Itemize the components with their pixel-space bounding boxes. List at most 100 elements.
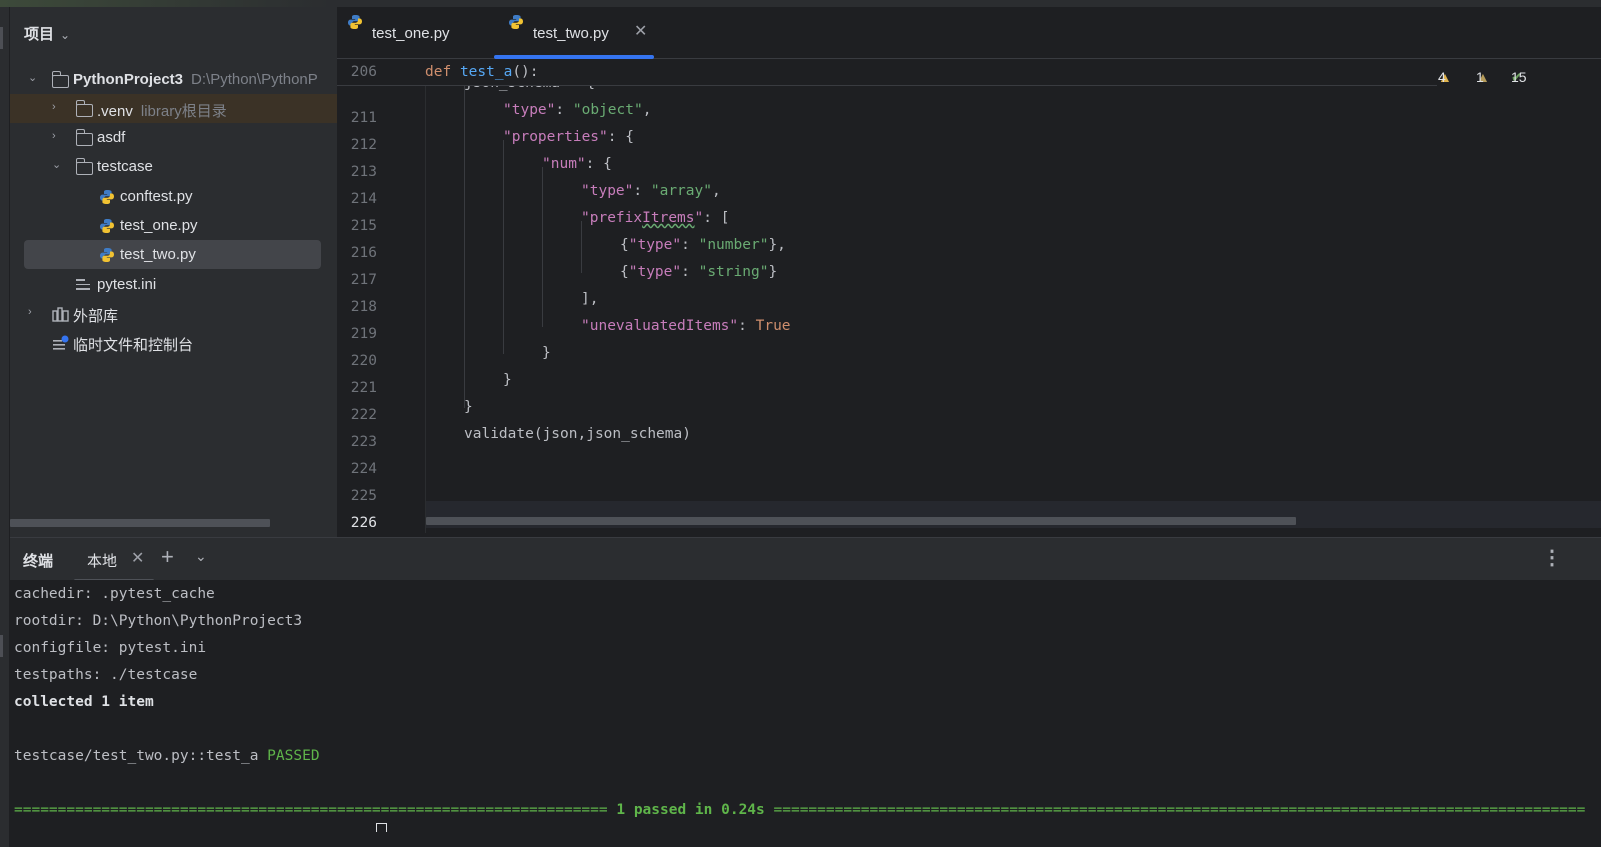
chevron-down-icon[interactable]: ⌄ — [195, 548, 207, 565]
close-icon[interactable]: ✕ — [634, 21, 647, 41]
line-number: 215 — [350, 218, 377, 234]
line-number: 219 — [350, 326, 377, 342]
tab-label: test_two.py — [533, 25, 609, 42]
tree-item-test-one[interactable]: test_one.py — [10, 211, 337, 240]
python-file-icon — [100, 190, 114, 204]
python-file-icon — [100, 248, 114, 262]
close-icon[interactable]: ✕ — [131, 548, 144, 568]
root-project-name: PythonProject3 — [73, 71, 184, 88]
chevron-down-icon[interactable]: ⌄ — [52, 160, 62, 171]
tree-item-conftest[interactable]: conftest.py — [10, 182, 337, 211]
line-number: 224 — [350, 461, 377, 477]
tree-item-label: test_one.py — [120, 217, 198, 234]
text-file-icon — [76, 279, 90, 291]
tree-item-label: conftest.py — [120, 188, 193, 205]
line-number: 213 — [350, 164, 377, 180]
terminal-title: 终端 — [23, 553, 54, 570]
code-editor[interactable]: json_schema = { "type": "object", "prope… — [426, 59, 1601, 533]
code-line-223: validate(json,json_schema) — [464, 426, 691, 442]
tree-item-test-two[interactable]: test_two.py — [24, 240, 321, 269]
tree-item-label: .venv — [97, 103, 133, 120]
terminal-tab-local[interactable]: 本地 — [87, 550, 117, 571]
line-number: 225 — [350, 488, 377, 504]
tree-item-pytest-ini[interactable]: pytest.ini — [10, 270, 337, 299]
root-project-path: D:\Python\PythonP — [191, 71, 318, 88]
indent-guide — [464, 86, 465, 408]
project-panel-title: 项目 — [24, 26, 55, 43]
tree-item-label: testcase — [97, 158, 153, 175]
tree-item-label: pytest.ini — [97, 276, 157, 293]
folder-icon — [75, 158, 93, 175]
library-icon — [52, 307, 69, 322]
code-line-221: } — [503, 372, 512, 388]
code-line-213: "num": { — [542, 156, 612, 172]
function-name: test_a — [459, 64, 513, 80]
tree-item-label: asdf — [97, 129, 126, 146]
code-line-220: } — [542, 345, 551, 361]
code-line-222: } — [464, 399, 473, 415]
project-panel-header[interactable]: 项目 ⌄ — [24, 23, 70, 44]
library-root-note: library根目录 — [140, 103, 227, 120]
tree-item-root[interactable]: ⌄ PythonProject3 D:\Python\PythonP — [10, 65, 337, 94]
passed-status: PASSED — [267, 748, 320, 764]
chevron-right-icon[interactable]: › — [52, 102, 62, 113]
code-line-214: "type": "array", — [581, 183, 721, 199]
terminal-line: collected 1 item — [14, 694, 154, 710]
chevron-down-icon[interactable]: ⌄ — [60, 28, 70, 42]
line-number: 217 — [350, 272, 377, 288]
chevron-right-icon[interactable]: › — [28, 307, 38, 318]
tree-item-testcase[interactable]: ⌄ testcase — [10, 152, 337, 181]
new-terminal-plus-icon[interactable]: + — [161, 544, 174, 570]
tab-label: test_one.py — [372, 25, 450, 42]
tree-item-external-libraries[interactable]: › 外部库 — [10, 299, 337, 328]
chevron-right-icon[interactable]: › — [52, 131, 62, 142]
editor-tabs: test_one.py test_two.py ✕ — [337, 7, 1601, 59]
tree-item-label: 外部库 — [73, 308, 119, 325]
line-number: 214 — [350, 191, 377, 207]
terminal-toolbar: 终端 本地 ✕ + ⌄ ⋮ — [10, 537, 1601, 582]
code-text: (): — [512, 64, 539, 80]
indent-guide — [503, 140, 504, 354]
chevron-down-icon[interactable]: ⌄ — [28, 73, 38, 84]
indent-guide — [542, 167, 543, 327]
project-tool-marker[interactable] — [0, 27, 3, 49]
tree-item-scratches[interactable]: 临时文件和控制台 — [10, 328, 337, 357]
folder-icon — [75, 129, 93, 146]
top-strip-gradient — [0, 0, 330, 7]
keyword-def: def — [425, 64, 452, 80]
tree-item-label: test_two.py — [120, 246, 196, 263]
project-panel: 项目 ⌄ ⌄ PythonProject3 D:\Python\PythonP › … — [10, 7, 337, 537]
scratches-icon — [53, 335, 69, 350]
terminal-line: cachedir: .pytest_cache — [14, 586, 215, 602]
sticky-function-header[interactable]: 206 def test_a(): — [337, 59, 1437, 86]
editor-horizontal-scrollbar[interactable] — [426, 517, 1296, 525]
tab-test-one[interactable]: test_one.py — [347, 7, 487, 58]
terminal-line: configfile: pytest.ini — [14, 640, 207, 656]
line-number: 226 — [350, 515, 377, 531]
tree-item-venv[interactable]: › .venv library根目录 — [10, 94, 337, 123]
project-horizontal-scrollbar[interactable] — [10, 517, 337, 527]
editor-gutter: 211 212 213 214 215 216 217 218 219 220 … — [337, 59, 426, 533]
scrollbar-thumb[interactable] — [10, 519, 270, 527]
line-number: 222 — [350, 407, 377, 423]
tab-test-two[interactable]: test_two.py ✕ — [494, 7, 658, 59]
terminal-line: testpaths: ./testcase — [14, 667, 198, 683]
terminal-output[interactable]: cachedir: .pytest_cache rootdir: D:\Pyth… — [10, 580, 1601, 847]
terminal-line: rootdir: D:\Python\PythonProject3 — [14, 613, 303, 629]
python-file-icon — [509, 15, 523, 29]
tree-item-label: 临时文件和控制台 — [73, 337, 194, 354]
code-line-211: "type": "object", — [503, 102, 652, 118]
folder-icon — [51, 71, 69, 88]
line-number: 212 — [350, 137, 377, 153]
line-number: 211 — [350, 110, 377, 126]
more-options-icon[interactable]: ⋮ — [1542, 545, 1562, 570]
line-number: 218 — [350, 299, 377, 315]
tree-item-asdf[interactable]: › asdf — [10, 123, 337, 152]
inspection-widget[interactable]: ▲ 4 ▲ 1 ✔ 15 — [1426, 61, 1601, 87]
line-number: 223 — [350, 434, 377, 450]
python-file-icon — [348, 15, 362, 29]
python-file-icon — [100, 219, 114, 233]
line-number: 221 — [350, 380, 377, 396]
folder-icon — [75, 100, 93, 117]
terminal-tool-marker[interactable] — [0, 635, 3, 657]
